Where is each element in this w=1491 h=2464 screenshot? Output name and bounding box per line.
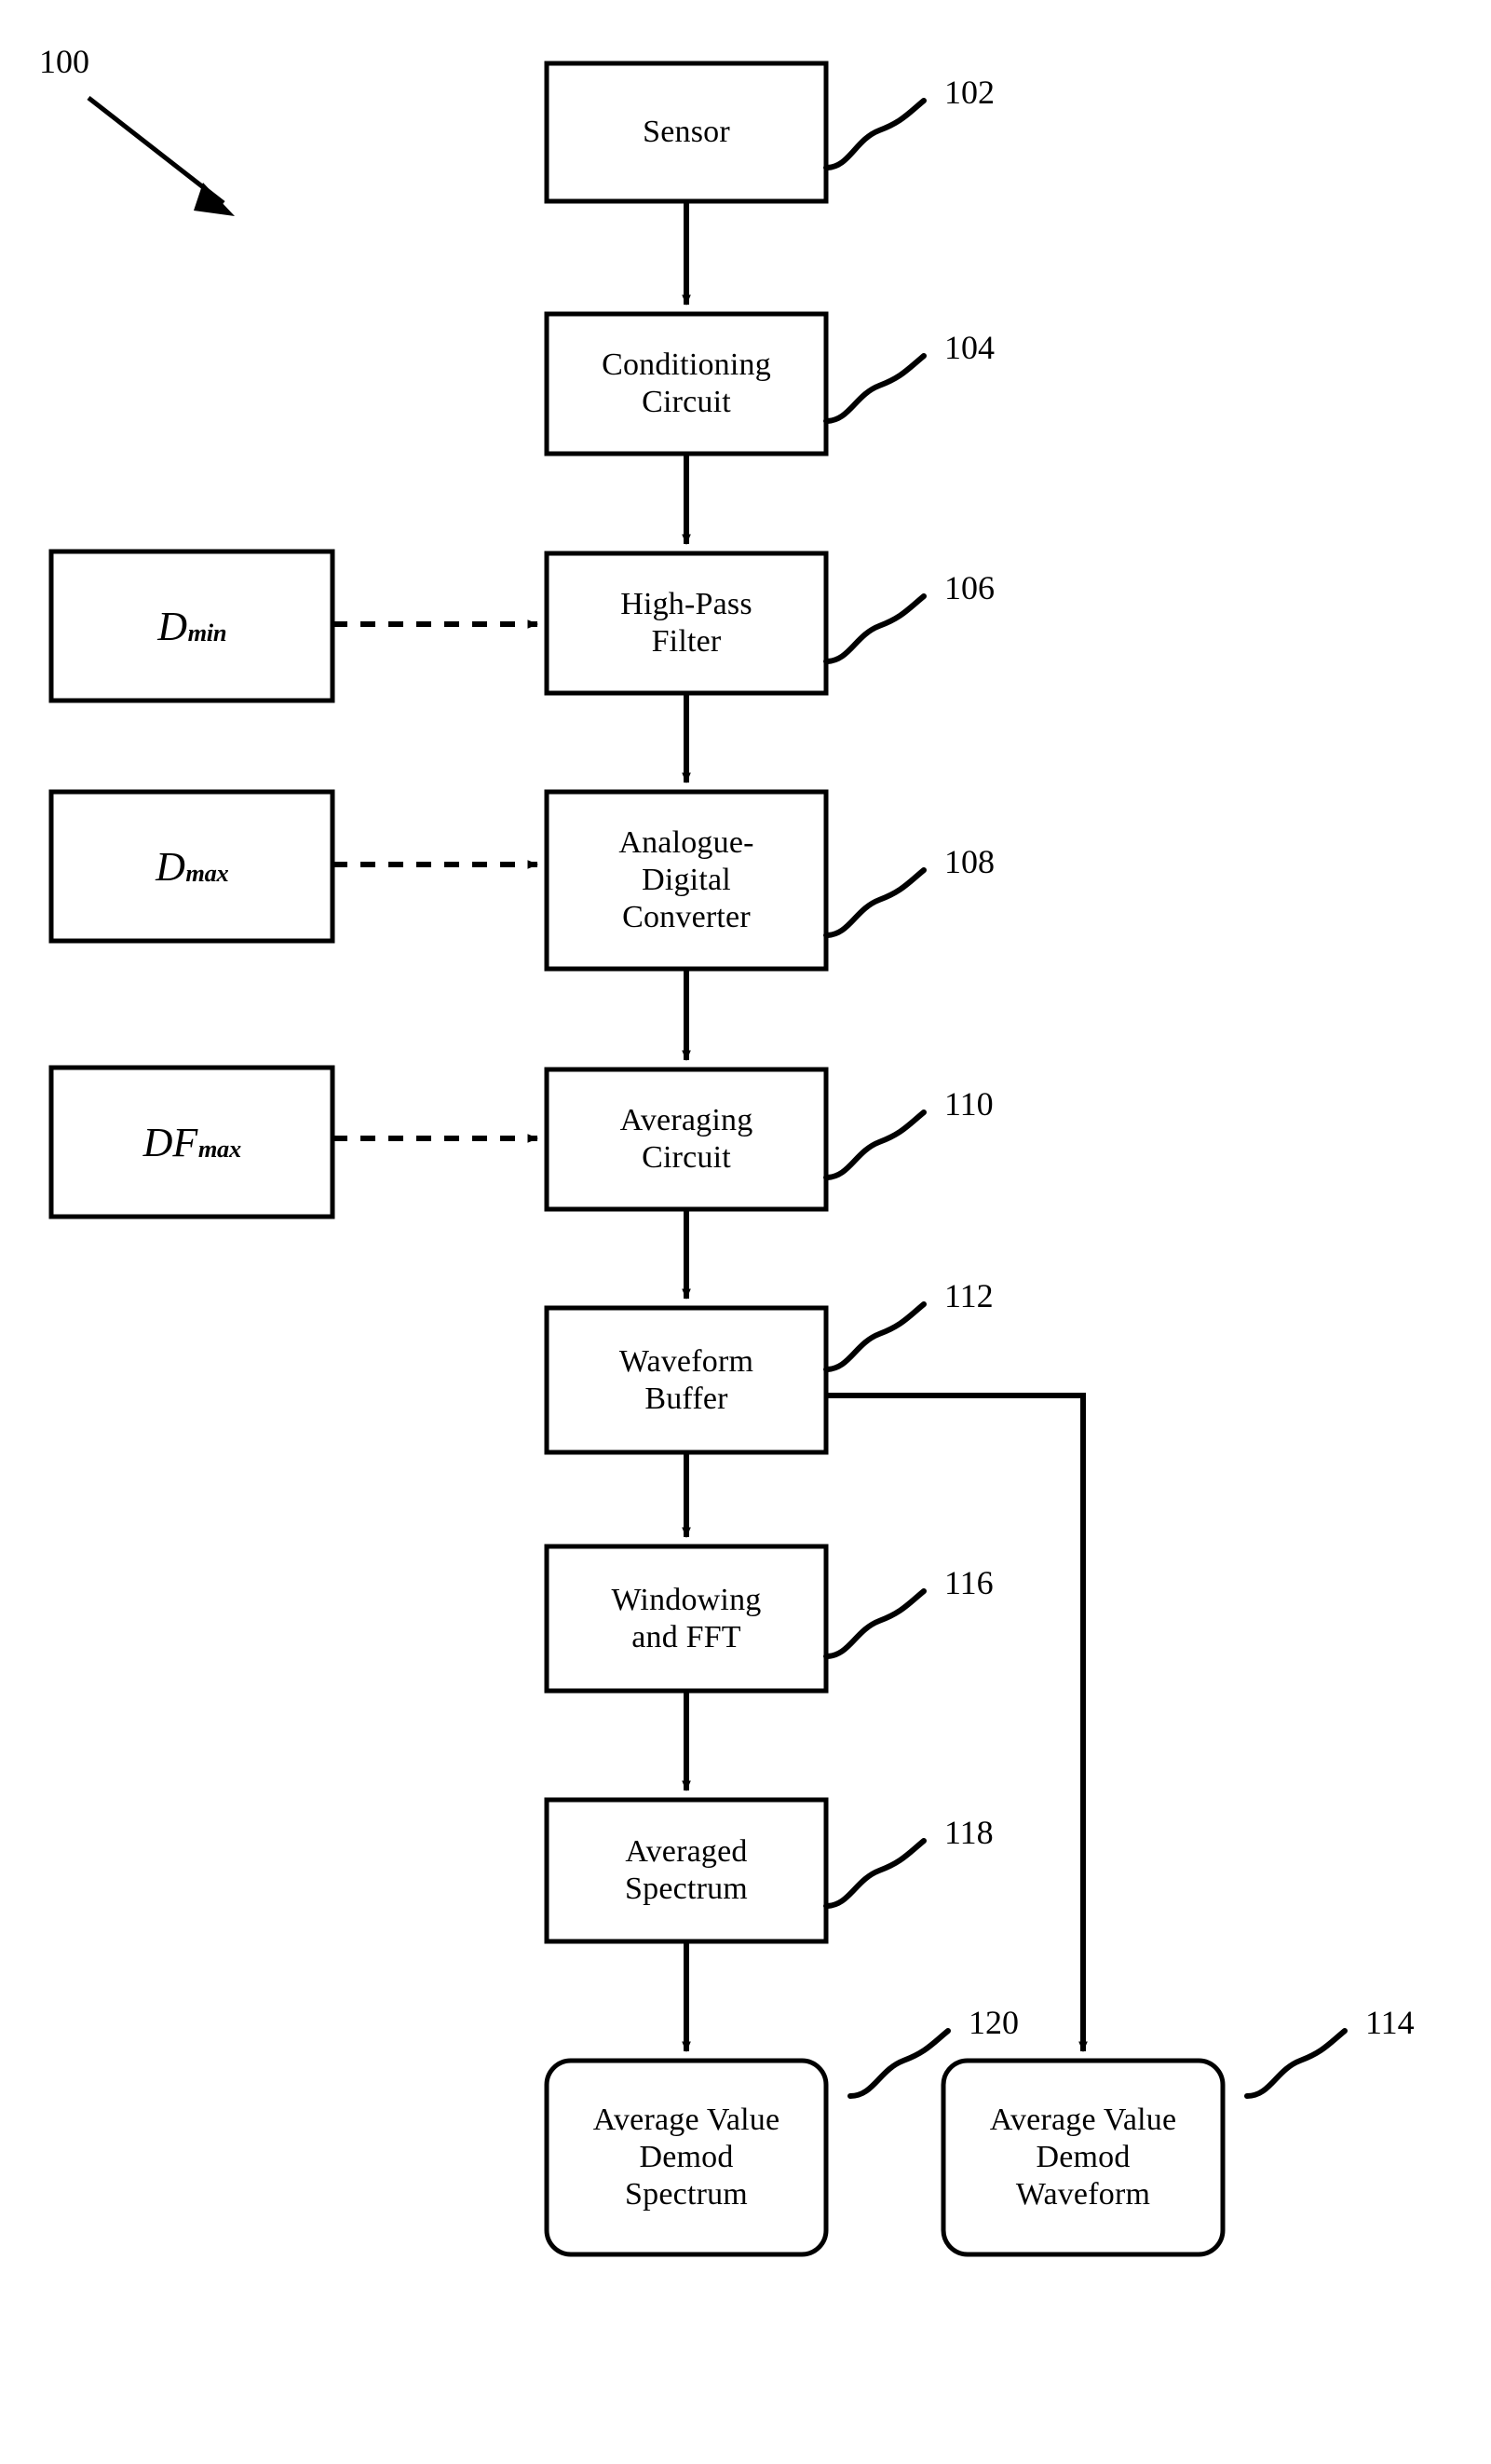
param-dmax-base: D [156,843,185,890]
branch-wavebuffer-to-demod-waveform [826,1393,1088,2052]
block-highpass-rect[interactable] [544,551,829,696]
block-adc-rect[interactable] [544,789,829,972]
flowchart-svg [48,61,1348,2257]
ref-numeral-114: 114 [1365,2004,1415,2041]
block-label-dmax: Dmax [51,792,332,941]
block-label-dmin: Dmin [51,551,332,701]
param-dmax-sub: max [185,859,229,888]
param-dmin-sub: min [187,619,227,647]
param-dmin-base: D [157,603,188,649]
figure-number: 100 [39,43,89,80]
ref-numeral-110: 110 [944,1085,994,1123]
ref-numeral-108: 108 [944,843,995,880]
block-demod-waveform-rect[interactable] [941,2058,1226,2257]
parameter-arrows [332,619,538,1143]
block-windowfft-rect[interactable] [544,1544,829,1694]
block-demod-spectrum-rect[interactable] [544,2058,829,2257]
block-avgspectrum-rect[interactable] [544,1797,829,1944]
ref-numeral-120: 120 [969,2004,1019,2041]
ref-numeral-116: 116 [944,1564,994,1601]
ref-numeral-102: 102 [944,74,995,111]
patent-figure-canvas: 100 Sensor Conditioning Circuit High-Pas… [0,0,1491,2464]
param-dfmax-sub: max [197,1135,241,1164]
block-label-dfmax: DF max [51,1068,332,1217]
ref-numeral-106: 106 [944,569,995,606]
ref-numeral-112: 112 [944,1277,994,1314]
block-sensor-rect[interactable] [544,61,829,204]
block-averaging-rect[interactable] [544,1067,829,1212]
ref-numeral-104: 104 [944,329,995,366]
block-wavebuffer-rect[interactable] [544,1305,829,1455]
block-conditioning-rect[interactable] [544,311,829,456]
figure-leader-arrow [87,96,235,216]
ref-numeral-118: 118 [944,1814,994,1851]
param-dfmax-base: DF [142,1119,198,1165]
